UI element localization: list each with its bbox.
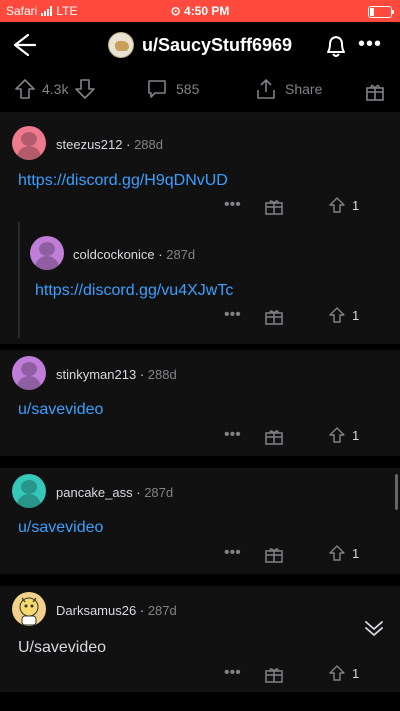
award-icon[interactable] <box>264 426 284 446</box>
battery-icon <box>368 5 394 18</box>
comment-more-icon[interactable]: ••• <box>224 306 241 324</box>
comment-thread: Darksamus26 · 287d U/savevideo ••• 1 <box>0 586 400 692</box>
upvote-icon[interactable] <box>328 196 346 214</box>
award-icon[interactable] <box>364 80 386 102</box>
vote-count: 4.3k <box>42 81 69 97</box>
comment-thread: steezus212 · 288d https://discord.gg/H9q… <box>0 118 400 344</box>
comment-more-icon[interactable]: ••• <box>224 426 241 444</box>
share-icon <box>257 79 275 99</box>
upvote-icon[interactable] <box>328 664 346 682</box>
status-bar: Safari LTE ⊙ 4:50 PM <box>0 0 400 22</box>
award-icon[interactable] <box>264 664 284 684</box>
comment-link[interactable]: u/savevideo <box>18 519 103 537</box>
comment-score: 1 <box>352 308 360 323</box>
thread-line[interactable] <box>18 222 20 338</box>
comment-age: 287d <box>144 485 174 500</box>
comment-score: 1 <box>352 198 360 213</box>
award-icon[interactable] <box>264 306 284 326</box>
share-button[interactable]: Share <box>255 78 322 100</box>
subreddit-title[interactable]: u/SaucyStuff6969 <box>108 32 292 58</box>
award-icon[interactable] <box>264 196 284 216</box>
comment-link[interactable]: u/savevideo <box>18 401 103 419</box>
user-avatar[interactable] <box>30 236 64 270</box>
user-avatar[interactable] <box>12 592 46 626</box>
post-action-bar: 4.3k 585 Share <box>0 70 400 118</box>
comment-bubble-icon <box>148 80 166 98</box>
comment-more-icon[interactable]: ••• <box>224 664 241 682</box>
comment-meta: steezus212 · 288d <box>56 137 163 152</box>
comment-username[interactable]: pancake_ass <box>56 485 133 500</box>
upvote-icon[interactable] <box>328 306 346 324</box>
time-label: 4:50 PM <box>184 4 230 18</box>
user-avatar[interactable] <box>12 126 46 160</box>
comment-age: 287d <box>166 247 196 262</box>
comment-more-icon[interactable]: ••• <box>224 544 241 562</box>
battery-status <box>368 4 394 18</box>
comment-more-icon[interactable]: ••• <box>224 196 241 214</box>
user-avatar[interactable] <box>12 356 46 390</box>
comment-link[interactable]: https://discord.gg/vu4XJwTc <box>35 282 233 300</box>
comment-username[interactable]: Darksamus26 <box>56 603 136 618</box>
comment-meta: pancake_ass · 287d <box>56 485 174 500</box>
collapse-thread-icon[interactable] <box>362 616 386 640</box>
comment-score: 1 <box>352 546 360 561</box>
scrollbar[interactable] <box>395 474 398 510</box>
comment-link[interactable]: https://discord.gg/H9qDNvUD <box>18 172 228 190</box>
comment-age: 287d <box>147 603 177 618</box>
downvote-icon[interactable] <box>74 78 96 100</box>
snoo-avatar-icon <box>19 597 39 626</box>
upvote-icon[interactable] <box>328 426 346 444</box>
award-icon[interactable] <box>264 544 284 564</box>
comment-meta: stinkyman213 · 288d <box>56 367 177 382</box>
comment-score: 1 <box>352 428 360 443</box>
comment-age: 288d <box>134 137 163 152</box>
upvote-icon[interactable] <box>328 544 346 562</box>
header-bar: u/SaucyStuff6969 ••• <box>0 22 400 70</box>
comment-username[interactable]: stinkyman213 <box>56 367 136 382</box>
comment-thread: pancake_ass · 287d u/savevideo ••• 1 <box>0 468 400 574</box>
alarm-icon: ⊙ <box>170 4 181 18</box>
comment-meta: coldcockonice · 287d <box>73 247 196 262</box>
upvote-icon[interactable] <box>14 78 36 100</box>
subreddit-name: u/SaucyStuff6969 <box>142 34 293 55</box>
time-display: ⊙ 4:50 PM <box>0 4 400 18</box>
back-arrow-icon[interactable] <box>8 30 38 60</box>
comment-username[interactable]: steezus212 <box>56 137 123 152</box>
comment-text: U/savevideo <box>18 639 107 656</box>
comment-count: 585 <box>176 81 200 97</box>
subreddit-avatar <box>108 32 134 58</box>
comment-age: 288d <box>147 367 177 382</box>
notification-bell-icon[interactable] <box>322 32 350 60</box>
user-avatar[interactable] <box>12 474 46 508</box>
comment-meta: Darksamus26 · 287d <box>56 603 177 618</box>
comment-username[interactable]: coldcockonice <box>73 247 155 262</box>
comment-thread: stinkyman213 · 288d u/savevideo ••• 1 <box>0 350 400 456</box>
vote-controls: 4.3k <box>14 78 96 100</box>
share-label: Share <box>285 81 323 97</box>
comment-score: 1 <box>352 666 360 681</box>
comments-button[interactable]: 585 <box>146 78 199 100</box>
